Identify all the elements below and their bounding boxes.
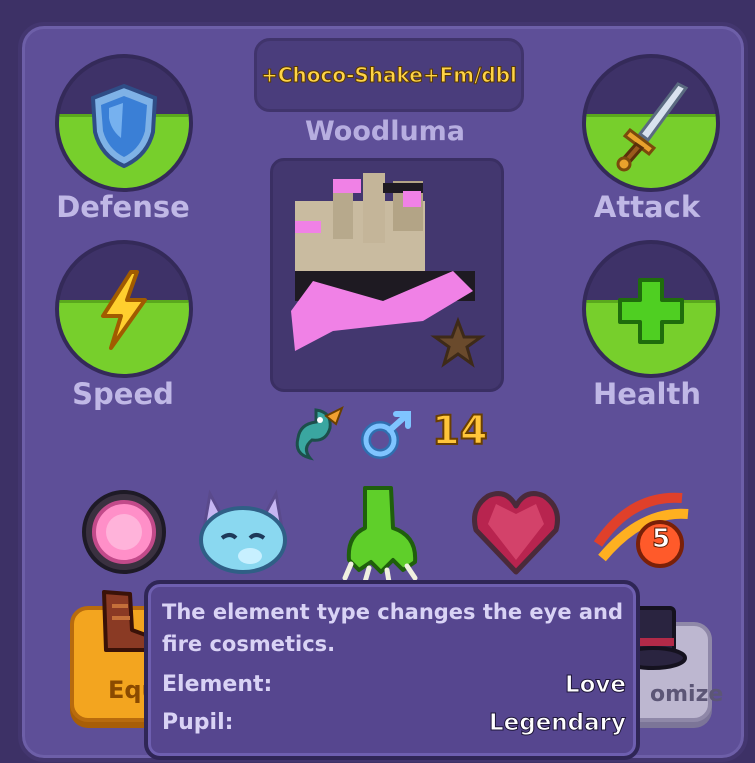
tooltip-pupil-value: Legendary bbox=[488, 710, 626, 737]
dragon-level: 14 bbox=[431, 407, 489, 455]
tooltip-element-label: Element: bbox=[162, 672, 273, 697]
stat-attack-label: Attack bbox=[593, 190, 701, 224]
dragon-sprite bbox=[291, 173, 486, 368]
plus-icon bbox=[618, 278, 684, 344]
green-claw-icon bbox=[342, 486, 418, 585]
nickname-text: +Choco-Shake+Fm/dbl bbox=[261, 63, 518, 88]
dna-count-badge: 5 bbox=[652, 524, 671, 555]
shield-icon bbox=[90, 83, 158, 169]
lightning-icon bbox=[101, 270, 147, 350]
star-icon bbox=[430, 316, 486, 368]
tooltip-element-value: Love bbox=[564, 672, 626, 699]
tooltip-description: The element type changes the eye and fir… bbox=[162, 600, 624, 656]
element-tooltip: The element type changes the eye and fir… bbox=[144, 580, 640, 760]
stat-attack[interactable] bbox=[582, 54, 720, 192]
stat-speed[interactable] bbox=[55, 240, 193, 378]
stat-speed-label: Speed bbox=[72, 377, 174, 411]
tooltip-pupil-row: Pupil: Legendary bbox=[162, 710, 627, 744]
tooltip-element-row: Element: Love bbox=[162, 672, 627, 706]
pink-orb-slot[interactable] bbox=[78, 484, 174, 580]
dragon-portrait bbox=[270, 158, 504, 392]
sword-icon bbox=[616, 82, 689, 172]
pink-orb-icon bbox=[82, 490, 166, 574]
stat-defense[interactable] bbox=[55, 54, 193, 192]
dna-icon bbox=[593, 492, 689, 568]
nickname-tag[interactable]: +Choco-Shake+Fm/dbl bbox=[254, 38, 524, 112]
male-gender-icon bbox=[361, 411, 411, 459]
tooltip-pupil-label: Pupil: bbox=[162, 710, 234, 735]
stat-health-label: Health bbox=[593, 377, 701, 411]
heart-gem-icon bbox=[472, 491, 560, 575]
dragon-face-slot[interactable] bbox=[190, 484, 287, 580]
species-name: Woodluma bbox=[304, 116, 466, 147]
customize-button-label: omize bbox=[650, 682, 724, 707]
green-claw-slot[interactable] bbox=[335, 484, 431, 585]
stat-defense-label: Defense bbox=[56, 190, 190, 224]
dna-slot[interactable]: 5 bbox=[592, 484, 702, 580]
heart-gem-slot[interactable] bbox=[466, 484, 562, 580]
stat-health[interactable] bbox=[582, 240, 720, 378]
dragon-face-icon bbox=[199, 489, 287, 574]
dragon-species-icon bbox=[295, 405, 344, 461]
